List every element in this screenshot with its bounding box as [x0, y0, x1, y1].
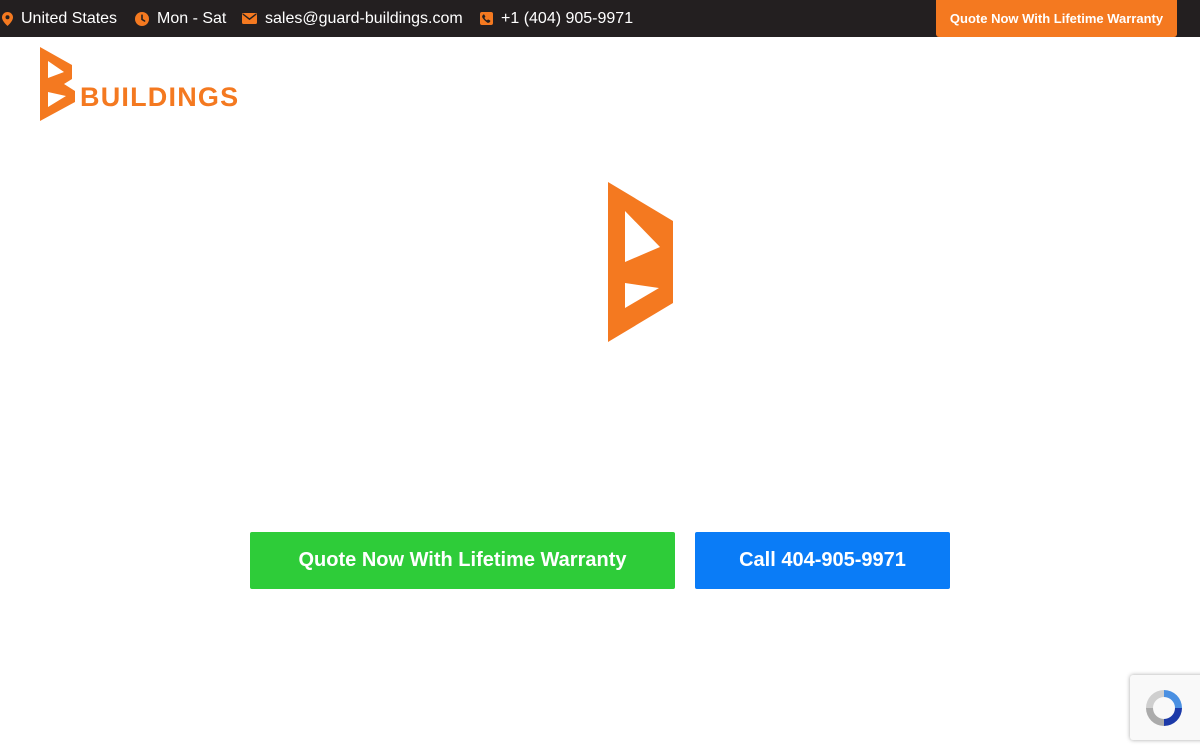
phone-icon [480, 12, 493, 25]
logo[interactable]: BUILDINGS [38, 45, 248, 123]
brand-b-icon [608, 182, 673, 342]
clock-icon [135, 11, 149, 26]
envelope-icon [242, 13, 257, 24]
quote-top-button[interactable]: Quote Now With Lifetime Warranty [936, 0, 1177, 37]
recaptcha-icon [1146, 689, 1182, 726]
phone-item[interactable]: +1 (404) 905-9971 [480, 0, 633, 37]
phone-link[interactable]: +1 (404) 905-9971 [501, 10, 633, 28]
location-text: United States [21, 9, 118, 27]
call-button[interactable]: Call 404-905-9971 [695, 532, 950, 589]
top-bar: United States Mon - Sat sales@guard-buil… [0, 0, 1200, 37]
email-link[interactable]: sales@guard-buildings.com [265, 10, 463, 28]
logo-mark-icon [40, 47, 75, 121]
logo-text: BUILDINGS [80, 82, 240, 112]
map-pin-icon [2, 11, 13, 26]
center-logo-mark [605, 180, 677, 350]
quote-now-button[interactable]: Quote Now With Lifetime Warranty [250, 532, 675, 589]
recaptcha-badge[interactable] [1130, 675, 1200, 740]
email-item[interactable]: sales@guard-buildings.com [242, 0, 463, 37]
hours-text: Mon - Sat [157, 9, 227, 27]
location-item: United States [2, 0, 117, 37]
hours-item: Mon - Sat [135, 0, 226, 37]
